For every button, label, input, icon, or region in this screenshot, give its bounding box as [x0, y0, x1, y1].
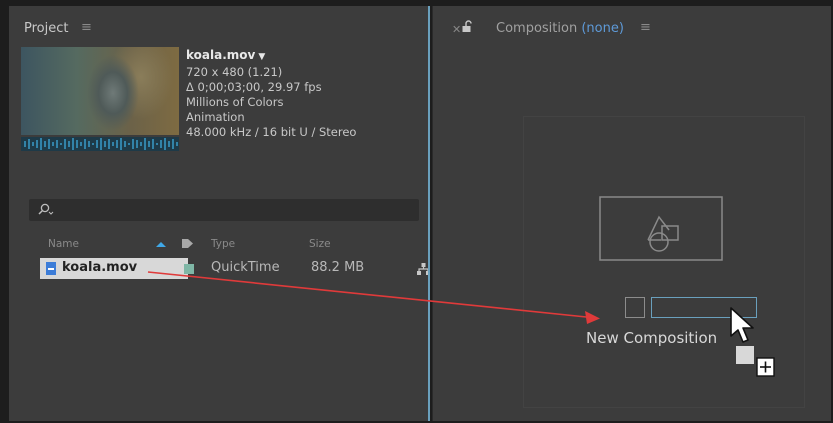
sort-ascending-icon[interactable]: [155, 241, 167, 248]
chevron-down-icon[interactable]: ▼: [258, 52, 265, 62]
project-item-row[interactable]: koala.mov QuickTime 88.2 MB: [29, 258, 430, 279]
new-composition-icon[interactable]: [599, 196, 723, 261]
lock-icon[interactable]: [461, 20, 474, 33]
project-panel-title[interactable]: Project: [24, 21, 68, 36]
plus-icon: [736, 346, 775, 377]
new-composition-label[interactable]: New Composition: [586, 329, 717, 347]
composition-panel-title[interactable]: Composition (none): [496, 21, 624, 36]
project-item-type: QuickTime: [211, 260, 280, 275]
project-item-name-cell[interactable]: koala.mov: [40, 258, 188, 279]
footage-duration: Δ 0;00;03;00, 29.97 fps: [186, 80, 322, 94]
label-tag-icon[interactable]: [181, 238, 194, 249]
footage-dimensions: 720 x 480 (1.21): [186, 65, 283, 79]
footage-codec: Animation: [186, 110, 245, 124]
project-panel: Project ≡ koala.mov ▼ 720 x 480 (1.21) Δ …: [9, 6, 430, 421]
column-header-type[interactable]: Type: [211, 238, 235, 250]
footage-thumbnail: [21, 47, 179, 135]
column-header-size[interactable]: Size: [309, 238, 331, 250]
label-color-swatch[interactable]: [184, 264, 194, 274]
footage-name[interactable]: koala.mov: [186, 48, 255, 62]
panel-divider[interactable]: [428, 6, 430, 421]
search-icon: [38, 203, 54, 215]
audio-waveform: [21, 137, 179, 151]
footage-info: koala.mov ▼ 720 x 480 (1.21) Δ 0;00;03;00…: [186, 48, 356, 140]
menu-icon[interactable]: ≡: [81, 20, 92, 35]
pointer-cursor-icon: [730, 307, 754, 343]
project-item-name[interactable]: koala.mov: [62, 260, 137, 275]
project-item-size: 88.2 MB: [311, 260, 365, 275]
column-header-name[interactable]: Name: [48, 238, 79, 250]
footage-audio: 48.000 kHz / 16 bit U / Stereo: [186, 125, 357, 139]
close-icon[interactable]: ✕: [452, 23, 461, 36]
composition-name: (none): [581, 21, 624, 36]
column-headers: Name Type Size: [29, 234, 419, 254]
new-composition-drop-icon[interactable]: [625, 297, 645, 318]
file-icon: [46, 262, 56, 275]
footage-colors: Millions of Colors: [186, 95, 284, 109]
menu-icon[interactable]: ≡: [640, 20, 651, 35]
project-search-input[interactable]: [29, 199, 419, 221]
composition-title-label: Composition: [496, 21, 578, 36]
